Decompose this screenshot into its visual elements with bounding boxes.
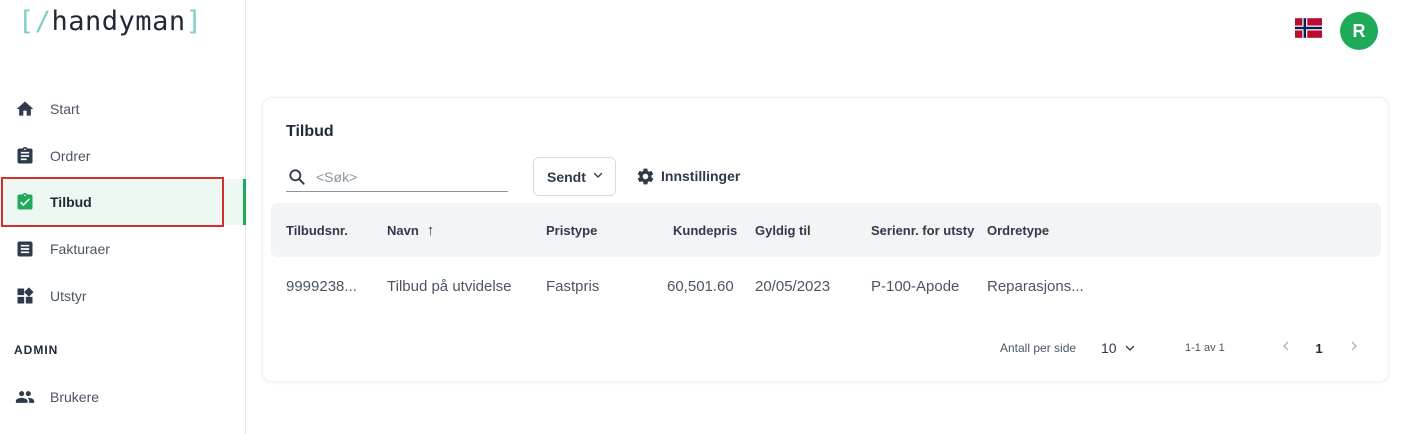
gear-icon xyxy=(635,166,655,186)
sidebar-item-label: Brukere xyxy=(50,389,100,405)
sidebar-item-start[interactable]: Start xyxy=(0,86,246,132)
chevron-down-icon xyxy=(592,168,604,186)
column-header-pristype[interactable]: Pristype xyxy=(546,203,597,257)
per-page-label: Antall per side xyxy=(1000,341,1077,355)
clipboard-check-icon xyxy=(14,191,36,213)
cell-kundepris: 60,501.60 xyxy=(667,277,734,295)
settings-button[interactable]: Innstillinger xyxy=(635,164,740,188)
sidebar-item-tilbud[interactable]: Tilbud xyxy=(0,179,246,225)
chevron-right-icon xyxy=(1348,339,1360,357)
cell-ordretype: Reparasjons... xyxy=(987,277,1084,295)
sidebar: [/handyman] Start Ordrer Tilbud Fakturae… xyxy=(0,0,246,434)
chevron-left-icon xyxy=(1280,339,1292,357)
sidebar-item-label: Utstyr xyxy=(50,288,87,304)
status-filter-value: Sendt xyxy=(547,168,586,185)
cell-gyldig-til: 20/05/2023 xyxy=(755,277,831,295)
chevron-down-icon xyxy=(1124,342,1136,354)
home-icon xyxy=(14,98,36,120)
logo-bracket-close: ] xyxy=(185,6,203,37)
current-page-button[interactable]: 1 xyxy=(1311,334,1327,362)
logo-slash: / xyxy=(34,6,52,37)
column-header-serienr[interactable]: Serienr. for utsty xyxy=(871,203,974,257)
previous-page-button[interactable] xyxy=(1277,334,1295,362)
search-icon xyxy=(286,166,308,188)
column-header-kundepris[interactable]: Kundepris xyxy=(673,203,737,257)
page-title: Tilbud xyxy=(286,123,334,140)
logo-text: handyman xyxy=(51,6,186,37)
cell-pristype: Fastpris xyxy=(546,277,600,295)
search-field[interactable] xyxy=(286,162,508,192)
cell-serienr: P-100-Apode xyxy=(871,277,960,295)
invoice-icon xyxy=(14,238,36,260)
next-page-button[interactable] xyxy=(1345,334,1363,362)
sidebar-item-brukere[interactable]: Brukere xyxy=(0,374,246,420)
per-page-value: 10 xyxy=(1101,340,1117,356)
sidebar-item-label: Fakturaer xyxy=(50,241,110,257)
logo-bracket-open: [ xyxy=(18,6,35,37)
search-input[interactable] xyxy=(316,168,496,185)
cell-navn: Tilbud på utvidelse xyxy=(387,277,512,295)
widgets-icon xyxy=(14,285,36,307)
per-page-select[interactable]: 10 xyxy=(1101,334,1136,362)
settings-label: Innstillinger xyxy=(661,168,741,184)
status-filter-dropdown[interactable]: Sendt xyxy=(533,157,616,196)
sidebar-item-label: Start xyxy=(50,101,80,117)
clipboard-icon xyxy=(14,145,36,167)
table-row[interactable]: 9999238... Tilbud på utvidelse Fastpris … xyxy=(271,261,1381,311)
pagination-range: 1-1 av 1 xyxy=(1185,342,1225,354)
sidebar-item-label: Ordrer xyxy=(50,148,91,164)
sort-ascending-icon: ↑ xyxy=(426,221,435,239)
column-header-gyldig-til[interactable]: Gyldig til xyxy=(755,203,811,257)
offers-card: Tilbud Sendt Innstillinger Tilbudsnr. Na… xyxy=(262,97,1389,382)
column-header-navn[interactable]: Navn ↑ xyxy=(387,203,434,257)
cell-tilbudsnr: 9999238... xyxy=(286,277,357,295)
norway-flag-icon[interactable] xyxy=(1295,18,1322,38)
column-header-tilbudsnr[interactable]: Tilbudsnr. xyxy=(286,203,348,257)
sidebar-item-utstyr[interactable]: Utstyr xyxy=(0,273,246,319)
sidebar-item-fakturaer[interactable]: Fakturaer xyxy=(0,226,246,272)
user-avatar[interactable]: R xyxy=(1340,12,1378,50)
table-header: Tilbudsnr. Navn ↑ Pristype Kundepris Gyl… xyxy=(271,203,1381,257)
admin-section-title: ADMIN xyxy=(14,343,59,357)
users-icon xyxy=(14,386,36,408)
column-header-ordretype[interactable]: Ordretype xyxy=(987,203,1049,257)
sidebar-item-ordrer[interactable]: Ordrer xyxy=(0,133,246,179)
active-indicator xyxy=(243,179,246,225)
app-logo[interactable]: [/handyman] xyxy=(18,6,202,37)
column-header-label: Navn xyxy=(387,222,419,238)
app: [/handyman] Start Ordrer Tilbud Fakturae… xyxy=(0,0,1413,434)
sidebar-item-label: Tilbud xyxy=(50,194,92,210)
